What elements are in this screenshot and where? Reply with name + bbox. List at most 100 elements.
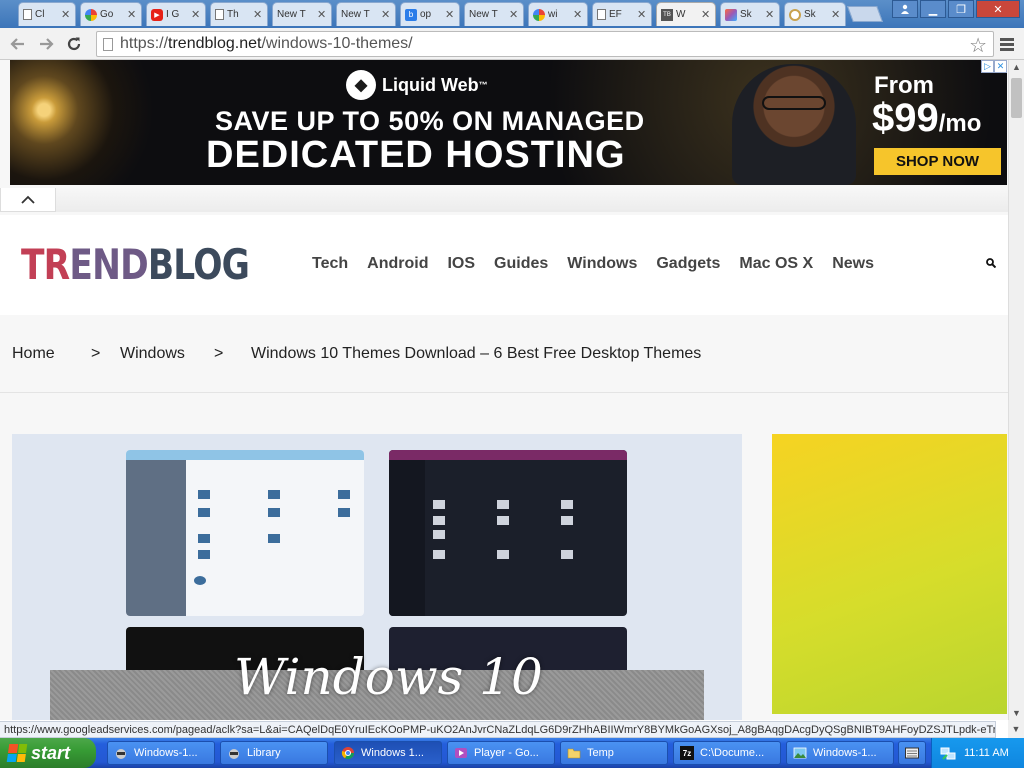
nav-news[interactable]: News [832,255,874,273]
taskbar-item[interactable]: Windows-1... [107,741,215,765]
start-button[interactable]: start [0,738,96,768]
collapse-ad-button[interactable] [0,188,56,212]
taskbar-item[interactable]: Player - Go... [447,741,555,765]
bing-icon: b [405,8,417,21]
taskbar-item[interactable]: Windows-1... [786,741,894,765]
close-tab-icon[interactable]: ✕ [61,8,71,21]
close-tab-icon[interactable]: ✕ [509,8,519,21]
taskbar: start Windows-1... Library Windows 1... … [0,738,1024,768]
tab-title: Sk [740,9,752,20]
new-tab-button[interactable] [847,6,883,22]
sidebar-ad[interactable] [772,434,1007,714]
taskbar-item[interactable]: 7z C:\Docume... [673,741,781,765]
close-tab-icon[interactable]: ✕ [765,8,775,21]
player-icon [454,746,468,760]
user-icon[interactable] [892,0,918,18]
scroll-down-icon[interactable]: ▼ [1008,720,1024,738]
scrollbar-thumb[interactable] [1011,78,1022,118]
taskbar-item-active[interactable]: Windows 1... [334,741,442,765]
close-tab-icon[interactable]: ✕ [381,8,391,21]
page-icon [103,37,113,51]
featured-image[interactable]: Windows 10 [12,434,742,720]
menu-icon[interactable] [1000,38,1014,53]
sketch-icon [725,8,737,21]
nav-tech[interactable]: Tech [312,255,348,273]
price-value: $99 [872,96,939,140]
ad-headline: SAVE UP TO 50% ON MANAGED [215,106,645,136]
browser-tab[interactable]: New T ✕ [336,2,396,26]
search-icon[interactable] [986,258,996,268]
web-page: ◆ Liquid Web ™ SAVE UP TO 50% ON MANAGED … [0,60,1008,720]
close-tab-icon[interactable]: ✕ [127,8,137,21]
reload-button[interactable] [64,34,84,54]
breadcrumb-windows[interactable]: Windows [120,345,185,363]
browser-tab[interactable]: wi ✕ [528,2,588,26]
system-tray: 11:11 AM [931,738,1024,768]
browser-tab[interactable]: ▶ I G ✕ [146,2,206,26]
browser-tab[interactable]: EF ✕ [592,2,652,26]
tab-title: Sk [804,9,816,20]
ad-price: $99/mo [872,96,981,141]
breadcrumb-home[interactable]: Home [12,345,55,363]
browser-tab[interactable]: New T ✕ [464,2,524,26]
back-button[interactable] [8,34,28,54]
adchoices-icon[interactable]: ▷ [981,60,994,73]
nav-gadgets[interactable]: Gadgets [656,255,720,273]
close-tab-icon[interactable]: ✕ [701,8,711,21]
clock[interactable]: 11:11 AM [964,747,1009,759]
scroll-down-icon[interactable]: ▼ [1012,708,1021,718]
browser-tab[interactable]: Cl ✕ [18,2,76,26]
ad-banner[interactable]: ◆ Liquid Web ™ SAVE UP TO 50% ON MANAGED … [10,60,1007,185]
browser-tab[interactable]: b op ✕ [400,2,460,26]
close-tab-icon[interactable]: ✕ [191,8,201,21]
nav-windows[interactable]: Windows [567,255,637,273]
restore-button[interactable]: ❐ [948,0,974,18]
forward-button[interactable] [36,34,56,54]
ad-close-icon[interactable]: ✕ [994,60,1007,73]
nav-ios[interactable]: IOS [447,255,475,273]
close-tab-icon[interactable]: ✕ [573,8,583,21]
raccoon-icon [114,746,128,760]
taskbar-item-label: C:\Docume... [700,747,765,759]
taskbar-item-label: Library [247,747,281,759]
browser-tab[interactable]: Sk ✕ [784,2,846,26]
close-window-button[interactable]: ✕ [976,0,1020,18]
close-tab-icon[interactable]: ✕ [637,8,647,21]
url-host: trendblog.net [168,35,262,52]
close-tab-icon[interactable]: ✕ [831,8,841,21]
window-controls: ▁ ❐ ✕ [892,0,1020,18]
folder-icon [567,746,581,760]
browser-tab[interactable]: New T ✕ [272,2,332,26]
adchoices-badge[interactable]: ▷ ✕ [981,60,1007,73]
close-tab-icon[interactable]: ✕ [445,8,455,21]
chevron-up-icon [21,195,35,204]
bookmark-star-icon[interactable]: ☆ [969,33,987,58]
liquid-web-icon: ◆ [346,70,376,100]
shop-now-button[interactable]: SHOP NOW [874,148,1001,175]
address-bar[interactable]: https://trendblog.net/windows-10-themes/… [96,31,994,57]
network-icon[interactable] [940,745,956,761]
tab-title: wi [548,9,558,20]
close-tab-icon[interactable]: ✕ [253,8,263,21]
close-tab-icon[interactable]: ✕ [317,8,327,21]
minimize-button[interactable]: ▁ [920,0,946,18]
keyboard-icon[interactable] [898,741,926,765]
tab-title: New T [277,9,306,20]
google-icon [533,8,545,21]
taskbar-item[interactable]: Library [220,741,328,765]
nav-guides[interactable]: Guides [494,255,548,273]
theme-screenshot-light [126,450,364,616]
browser-tab-active[interactable]: TB W ✕ [656,2,716,26]
vertical-scrollbar[interactable]: ▲ ▼ [1008,60,1024,720]
trendblog-logo[interactable]: TRENDBLOG [21,240,250,289]
nav-mac-os-x[interactable]: Mac OS X [739,255,813,273]
taskbar-item[interactable]: Temp [560,741,668,765]
tab-title: EF [609,9,622,20]
tab-title: Cl [35,9,45,20]
price-unit: /mo [938,110,982,137]
nav-android[interactable]: Android [367,255,428,273]
browser-tab[interactable]: Sk ✕ [720,2,780,26]
scroll-up-icon[interactable]: ▲ [1012,62,1021,72]
browser-tab[interactable]: Go ✕ [80,2,142,26]
browser-tab[interactable]: Th ✕ [210,2,268,26]
